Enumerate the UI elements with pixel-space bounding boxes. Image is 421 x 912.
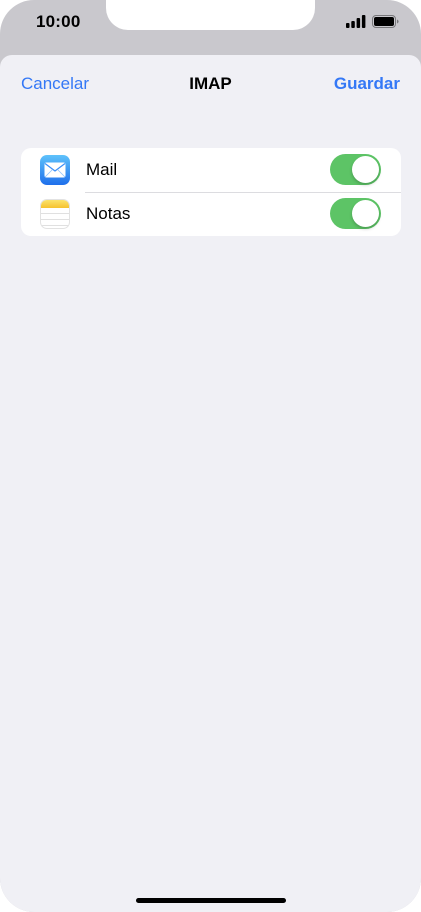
status-icons	[346, 15, 399, 28]
row-divider	[85, 192, 401, 193]
mail-icon	[40, 155, 70, 185]
signal-icon	[346, 15, 366, 28]
status-time: 10:00	[36, 12, 81, 31]
mail-label: Mail	[86, 160, 118, 179]
battery-icon	[372, 15, 399, 28]
toggle-knob	[352, 156, 379, 183]
notas-label: Notas	[86, 204, 131, 223]
notas-toggle[interactable]	[330, 198, 381, 229]
list-item-notas: Notas	[21, 192, 401, 236]
phone-screen: 10:00 Cancelar IMAP Guardar Mail Notas	[0, 0, 421, 912]
toggle-knob	[352, 200, 379, 227]
nav-bar: Cancelar IMAP Guardar	[0, 55, 421, 113]
list-item-mail: Mail	[21, 148, 401, 192]
camera-notch	[106, 0, 315, 30]
notes-icon	[40, 199, 70, 229]
modal-sheet: Cancelar IMAP Guardar Mail Notas	[0, 55, 421, 912]
home-indicator[interactable]	[136, 898, 286, 903]
save-button[interactable]: Guardar	[334, 74, 400, 94]
settings-group: Mail Notas	[21, 148, 401, 236]
mail-toggle[interactable]	[330, 154, 381, 185]
